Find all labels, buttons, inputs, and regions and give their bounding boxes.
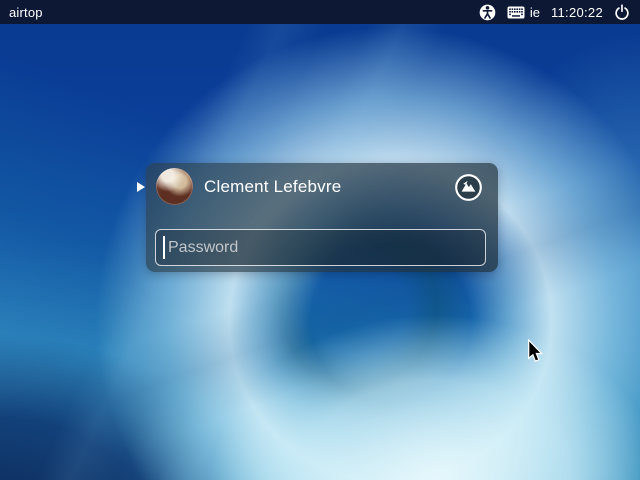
text-caret	[163, 236, 165, 259]
mouse-cursor	[527, 339, 543, 363]
top-panel: airtop	[0, 0, 640, 24]
selected-user-arrow-icon	[137, 182, 145, 192]
keyboard-icon	[507, 6, 525, 19]
user-avatar	[156, 168, 193, 205]
universal-access-icon	[479, 4, 496, 21]
keyboard-layout-label: ie	[530, 5, 540, 20]
username-label: Clement Lefebvre	[204, 177, 341, 197]
session-badge-button[interactable]	[455, 174, 482, 201]
accessibility-menu[interactable]	[479, 4, 496, 21]
power-menu[interactable]	[614, 4, 630, 20]
keyboard-layout-menu[interactable]: ie	[507, 5, 540, 20]
hostname-label: airtop	[0, 5, 43, 20]
login-panel: Clement Lefebvre	[146, 163, 498, 272]
session-emblem-icon	[455, 174, 482, 201]
password-input[interactable]	[155, 229, 486, 266]
power-icon	[614, 4, 630, 20]
clock-label: 11:20:22	[551, 5, 603, 20]
indicator-area: ie 11:20:22	[479, 4, 640, 21]
